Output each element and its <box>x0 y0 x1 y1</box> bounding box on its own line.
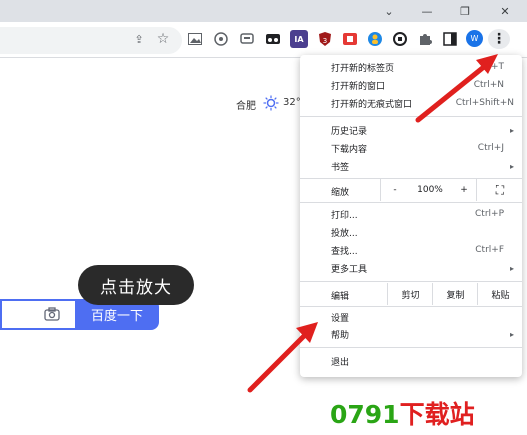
menu-item-label: 打开新的窗口 <box>331 81 386 92</box>
menu-item-label: 退出 <box>331 357 350 368</box>
edit-label: 编辑 <box>331 292 350 302</box>
zoom-level: 100% <box>417 185 443 195</box>
menu-divider <box>300 306 522 307</box>
fullscreen-icon[interactable]: ⛶ <box>476 179 523 201</box>
menu-item-new-tab[interactable]: 打开新的标签页 +T <box>300 58 522 76</box>
menu-item-shortcut: Ctrl+N <box>473 80 504 90</box>
profile-avatar[interactable]: W <box>466 30 483 47</box>
zoom-in-button[interactable]: + <box>452 179 476 201</box>
chrome-menu-button[interactable]: ⋮ <box>488 29 510 49</box>
close-window-button[interactable]: ✕ <box>486 0 524 22</box>
bookmark-star-icon[interactable]: ☆ <box>154 30 172 48</box>
menu-item-label: 更多工具 <box>331 264 368 275</box>
menu-item-label: 设置 <box>331 313 350 324</box>
zoom-tooltip: 点击放大 <box>78 265 194 305</box>
menu-item-label: 历史记录 <box>331 126 368 137</box>
menu-item-exit[interactable]: 退出 <box>300 352 522 370</box>
extension-image-icon[interactable] <box>186 30 204 48</box>
zoom-out-button[interactable]: - <box>380 179 409 201</box>
submenu-arrow-icon: ▸ <box>509 263 514 273</box>
menu-item-settings[interactable]: 设置 <box>300 308 522 326</box>
copy-button[interactable]: 复制 <box>432 283 478 305</box>
share-icon[interactable]: ⇪ <box>130 30 148 48</box>
camera-icon[interactable] <box>43 306 61 324</box>
menu-item-help[interactable]: 帮助 ▸ <box>300 325 522 343</box>
menu-edit-row: 编辑 剪切 复制 粘贴 <box>300 283 522 305</box>
extension-circle-icon[interactable] <box>391 30 409 48</box>
minimize-button[interactable]: — <box>408 0 446 22</box>
extension-glasses-icon[interactable] <box>264 30 282 48</box>
site-watermark: 0791下载站 <box>330 395 475 431</box>
menu-item-downloads[interactable]: 下载内容 Ctrl+J <box>300 139 522 157</box>
menu-item-new-window[interactable]: 打开新的窗口 Ctrl+N <box>300 76 522 94</box>
cut-button[interactable]: 剪切 <box>387 283 433 305</box>
restore-button[interactable]: ❐ <box>446 0 484 22</box>
chrome-main-menu: 打开新的标签页 +T 打开新的窗口 Ctrl+N 打开新的无痕式窗口 Ctrl+… <box>300 55 522 377</box>
extension-person-icon[interactable] <box>366 30 384 48</box>
menu-item-bookmarks[interactable]: 书签 ▸ <box>300 157 522 175</box>
menu-divider <box>300 281 522 282</box>
menu-item-shortcut: Ctrl+J <box>477 143 504 153</box>
menu-item-label: 帮助 <box>331 330 350 341</box>
submenu-arrow-icon: ▸ <box>509 161 514 171</box>
menu-zoom-row: 缩放 - 100% + ⛶ <box>300 179 522 201</box>
menu-divider <box>300 202 522 203</box>
menu-item-label: 打开新的标签页 <box>331 63 395 74</box>
menu-item-label: 投放... <box>331 228 358 239</box>
extension-chat-icon[interactable] <box>238 30 256 48</box>
watermark-text: 下载站 <box>399 400 475 429</box>
menu-item-history[interactable]: 历史记录 ▸ <box>300 121 522 139</box>
tab-search-icon[interactable]: ⌄ <box>370 0 408 22</box>
submenu-arrow-icon: ▸ <box>509 329 514 339</box>
title-bar: ⌄ — ❐ ✕ <box>0 0 527 22</box>
menu-item-shortcut: Ctrl+Shift+N <box>455 98 514 108</box>
menu-item-label: 打开新的无痕式窗口 <box>331 99 413 110</box>
menu-divider <box>300 347 522 348</box>
extension-aperture-icon[interactable] <box>212 30 230 48</box>
menu-item-cast[interactable]: 投放... <box>300 223 522 241</box>
weather-temperature: 32° <box>283 97 301 108</box>
menu-item-label: 查找... <box>331 246 358 257</box>
menu-item-shortcut: Ctrl+F <box>475 245 504 255</box>
menu-item-label: 书签 <box>331 162 350 173</box>
sun-icon <box>263 95 279 115</box>
menu-divider <box>300 116 522 117</box>
extension-ia-icon[interactable]: IA <box>290 30 308 48</box>
search-input[interactable] <box>0 299 75 330</box>
extension-ublock-icon[interactable]: 3 <box>316 30 334 48</box>
extension-video-icon[interactable] <box>341 30 359 48</box>
extensions-puzzle-icon[interactable] <box>416 30 434 48</box>
menu-item-print[interactable]: 打印... Ctrl+P <box>300 205 522 223</box>
weather-city: 合肥 <box>236 101 256 112</box>
submenu-arrow-icon: ▸ <box>509 125 514 135</box>
side-panel-icon[interactable] <box>441 30 459 48</box>
extension-badge: 3 <box>323 37 327 45</box>
menu-item-find[interactable]: 查找... Ctrl+F <box>300 241 522 259</box>
watermark-number: 0791 <box>330 400 400 429</box>
paste-button[interactable]: 粘贴 <box>477 283 523 305</box>
menu-item-label: 打印... <box>331 210 358 221</box>
menu-item-shortcut: +T <box>490 62 504 72</box>
zoom-label: 缩放 <box>331 188 350 198</box>
menu-item-incognito[interactable]: 打开新的无痕式窗口 Ctrl+Shift+N <box>300 94 522 112</box>
menu-item-more-tools[interactable]: 更多工具 ▸ <box>300 259 522 277</box>
menu-item-label: 下载内容 <box>331 144 368 155</box>
menu-item-shortcut: Ctrl+P <box>475 209 504 219</box>
